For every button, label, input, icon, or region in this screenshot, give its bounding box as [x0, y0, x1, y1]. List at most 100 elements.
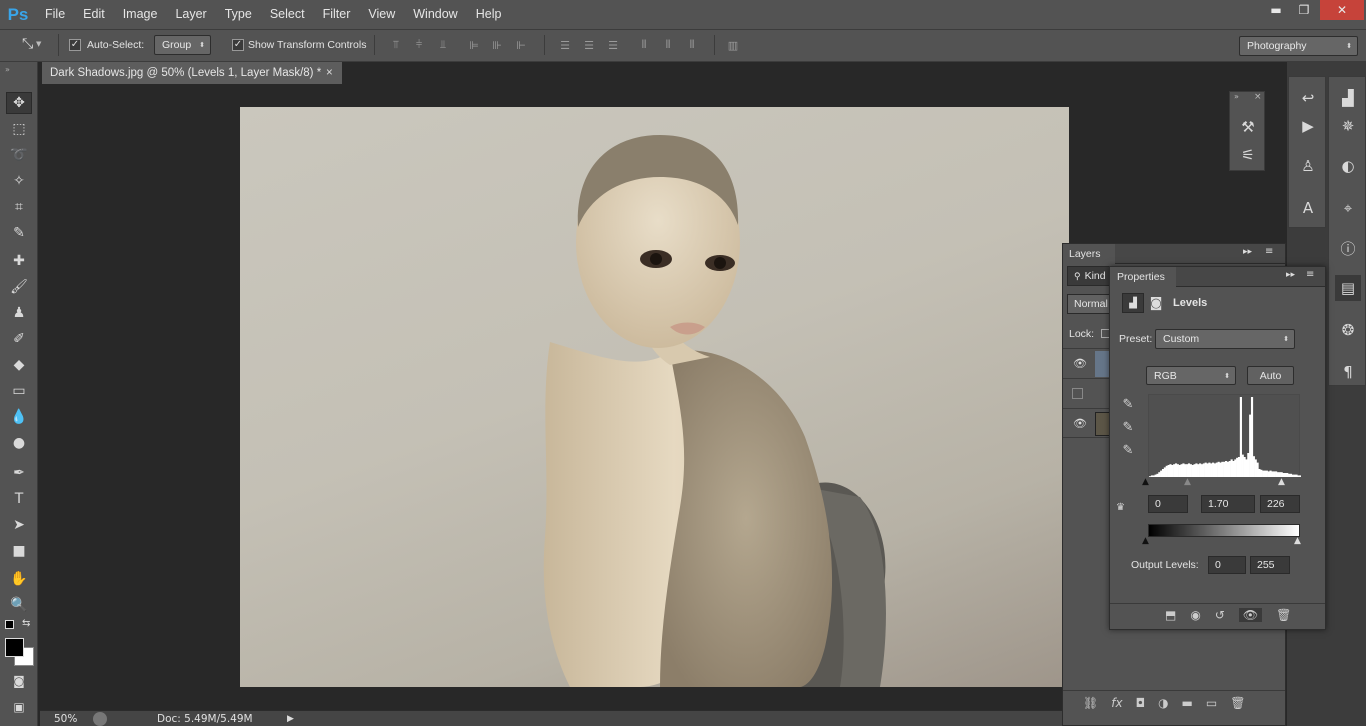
group-icon[interactable]: ▬ — [1182, 696, 1193, 710]
levels-adjustment-icon[interactable]: ▟ — [1122, 293, 1144, 313]
channels-icon[interactable]: ❂ — [1335, 317, 1361, 343]
align-top-icon[interactable]: ⫪ — [388, 37, 404, 53]
input-black-slider[interactable]: ▲ — [1142, 477, 1149, 487]
auto-align-icon[interactable]: ▥ — [725, 37, 741, 53]
gray-point-eyedropper-icon[interactable]: ✎ — [1119, 418, 1137, 436]
paragraph-icon[interactable]: ¶ — [1335, 359, 1361, 385]
align-hcenter-icon[interactable]: ⊪ — [489, 37, 505, 53]
document-tab[interactable]: Dark Shadows.jpg @ 50% (Levels 1, Layer … — [42, 62, 342, 84]
close-strip-icon[interactable]: × — [1254, 92, 1262, 102]
close-document-icon[interactable]: × — [326, 62, 333, 84]
auto-select-checkbox[interactable]: ✓ — [69, 39, 81, 51]
menu-layer[interactable]: Layer — [166, 0, 215, 29]
document-canvas-image[interactable] — [240, 107, 1069, 687]
history-icon[interactable]: ↩ — [1295, 85, 1321, 111]
properties-menu-icon[interactable]: ≡ — [1306, 269, 1314, 280]
share-icon[interactable] — [93, 711, 107, 726]
workspace-dropdown[interactable]: Photography ⬍ — [1239, 36, 1358, 56]
input-gamma-slider[interactable]: ▲ — [1184, 477, 1191, 487]
magic-wand-tool-icon[interactable]: ✧ — [6, 170, 32, 192]
properties-tab[interactable]: Properties — [1110, 267, 1176, 287]
crop-tool-icon[interactable]: ⌗ — [6, 196, 32, 218]
rectangle-tool-icon[interactable]: ■ — [6, 540, 32, 562]
menu-image[interactable]: Image — [114, 0, 167, 29]
layers-menu-icon[interactable]: ≡ — [1265, 246, 1273, 257]
menu-select[interactable]: Select — [261, 0, 314, 29]
zoom-readout[interactable]: 50% — [40, 713, 85, 725]
layer-row[interactable]: 👁 — [1063, 348, 1111, 378]
zoom-tool-icon[interactable]: 🔍 — [6, 594, 32, 616]
align-vcenter-icon[interactable]: ⫩ — [411, 37, 427, 53]
gradient-tool-icon[interactable]: ▭ — [6, 380, 32, 402]
output-white-field[interactable]: 255 — [1250, 556, 1290, 574]
close-window-button[interactable]: ✕ — [1320, 0, 1364, 20]
restore-button[interactable]: ❐ — [1290, 0, 1318, 20]
menu-help[interactable]: Help — [467, 0, 511, 29]
blur-tool-icon[interactable]: 💧 — [6, 406, 32, 428]
output-black-field[interactable]: 0 — [1208, 556, 1246, 574]
menu-type[interactable]: Type — [216, 0, 261, 29]
clone-stamp-tool-icon[interactable]: ♟ — [6, 302, 32, 324]
align-bottom-icon[interactable]: ⫫ — [435, 37, 451, 53]
move-tool-preset-icon[interactable]: ⤡ — [22, 36, 33, 52]
properties-icon[interactable]: ▤ — [1335, 275, 1361, 301]
minimize-button[interactable]: ▬ — [1262, 0, 1290, 20]
brush-presets-icon[interactable]: ⚒ — [1235, 114, 1261, 140]
visibility-eye-icon[interactable]: 👁 — [1238, 607, 1263, 622]
screen-mode-icon[interactable]: ▣ — [6, 696, 32, 718]
status-menu-arrow-icon[interactable]: ▶ — [287, 714, 294, 724]
distribute-vcenter-icon[interactable]: ☰ — [581, 37, 597, 53]
layer-mask-icon[interactable]: ◙ — [1147, 294, 1165, 312]
delete-adjustment-icon[interactable]: 🗑 — [1276, 608, 1291, 622]
align-left-icon[interactable]: ⊫ — [466, 37, 482, 53]
swap-colors-icon[interactable]: ⇆ — [22, 618, 30, 629]
default-colors-icon[interactable] — [5, 620, 14, 629]
distribute-left-icon[interactable]: ⦀ — [636, 37, 652, 53]
menu-window[interactable]: Window — [404, 0, 466, 29]
path-selection-tool-icon[interactable]: ➤ — [6, 514, 32, 536]
collapse-toolbox-icon[interactable]: » — [5, 65, 10, 74]
tool-presets-icon[interactable]: ⚟ — [1235, 142, 1261, 168]
eye-icon[interactable]: 👁 — [1073, 417, 1087, 430]
layer-row[interactable] — [1063, 378, 1111, 408]
color-icon[interactable]: ◐ — [1335, 153, 1361, 179]
view-previous-icon[interactable]: ◉ — [1190, 608, 1200, 622]
clipping-warning-icon[interactable]: ♛ — [1116, 502, 1125, 513]
fx-icon[interactable]: fx — [1111, 696, 1122, 710]
marquee-tool-icon[interactable]: ⬚ — [6, 118, 32, 140]
input-white-slider[interactable]: ▲ — [1278, 477, 1285, 487]
navigator-icon[interactable]: ✵ — [1335, 113, 1361, 139]
menu-edit[interactable]: Edit — [74, 0, 114, 29]
clone-source-icon[interactable]: ♙ — [1295, 153, 1321, 179]
preset-dropdown[interactable]: Custom ⬍ — [1155, 329, 1295, 349]
foreground-color-swatch[interactable] — [5, 638, 24, 657]
clip-to-layer-icon[interactable]: ⬒ — [1165, 608, 1176, 622]
dodge-tool-icon[interactable]: ● — [6, 432, 32, 454]
layers-expand-icon[interactable]: ▸▸ — [1243, 247, 1252, 257]
black-point-eyedropper-icon[interactable]: ✎ — [1119, 395, 1137, 413]
lasso-tool-icon[interactable]: ➰ — [6, 144, 32, 166]
distribute-bottom-icon[interactable]: ☰ — [605, 37, 621, 53]
move-tool-icon[interactable]: ✥ — [6, 92, 32, 114]
history-brush-tool-icon[interactable]: ✐ — [6, 328, 32, 350]
input-black-field[interactable]: 0 — [1148, 495, 1188, 513]
distribute-top-icon[interactable]: ☰ — [557, 37, 573, 53]
show-transform-checkbox[interactable]: ✓ — [232, 39, 244, 51]
output-white-slider[interactable]: ▲ — [1294, 536, 1301, 546]
menu-view[interactable]: View — [359, 0, 404, 29]
input-white-field[interactable]: 226 — [1260, 495, 1300, 513]
link-icon[interactable]: ⛓ — [1083, 696, 1098, 710]
reset-icon[interactable]: ↺ — [1215, 608, 1225, 622]
trash-icon[interactable]: 🗑 — [1230, 696, 1245, 710]
mask-icon[interactable]: ◘ — [1136, 696, 1146, 710]
chevron-down-icon[interactable]: ▼ — [36, 40, 41, 48]
eye-icon[interactable]: 👁 — [1073, 357, 1087, 370]
menu-filter[interactable]: Filter — [314, 0, 360, 29]
menu-file[interactable]: File — [36, 0, 74, 29]
output-black-slider[interactable]: ▲ — [1142, 536, 1149, 546]
distribute-hcenter-icon[interactable]: ⦀ — [660, 37, 676, 53]
properties-collapse-icon[interactable]: ▸▸ — [1286, 270, 1295, 280]
pen-tool-icon[interactable]: ✒ — [6, 462, 32, 484]
expand-panels-icon[interactable]: » — [1234, 92, 1239, 101]
paths-icon[interactable]: ⌖ — [1335, 195, 1361, 221]
